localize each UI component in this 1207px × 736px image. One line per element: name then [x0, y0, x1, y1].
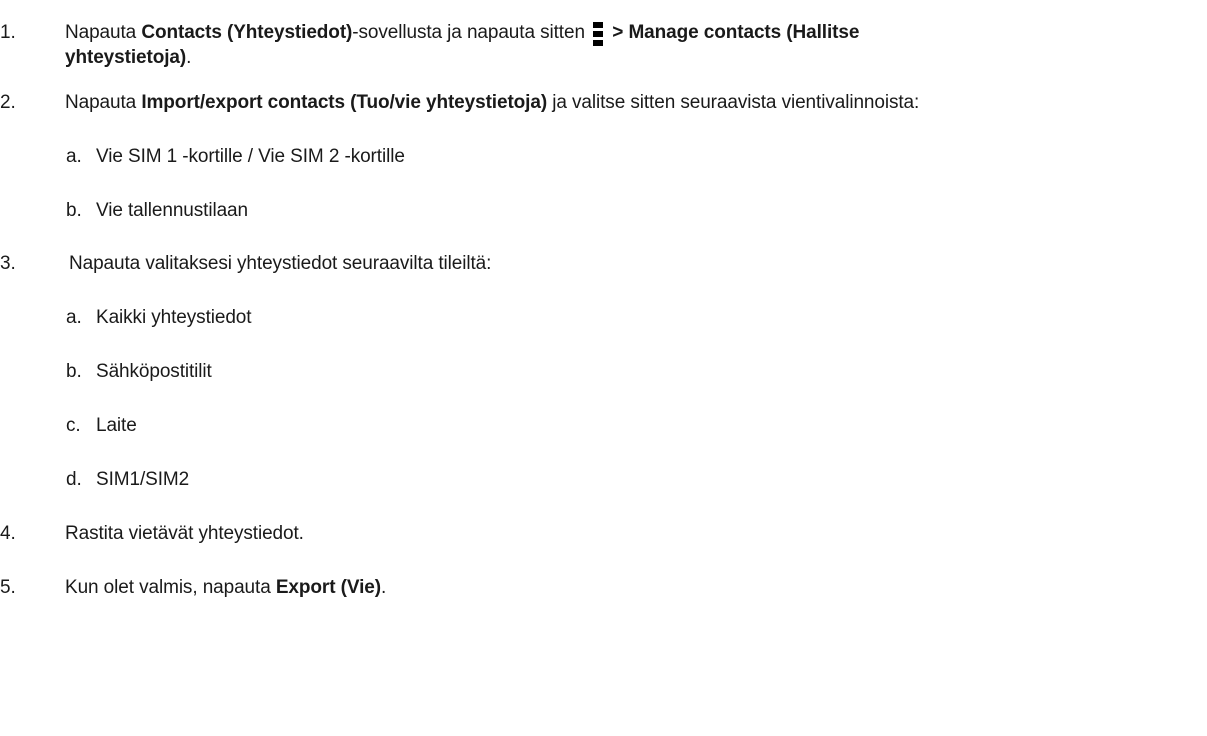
step-3: 3. Napauta valitaksesi yhteystiedot seur…: [0, 251, 1207, 276]
substep-2b: b. Vie tallennustilaan: [0, 198, 1207, 223]
text-segment: Napauta: [65, 22, 142, 43]
substep-text: Kaikki yhteystiedot: [96, 307, 252, 328]
substep-2a: a. Vie SIM 1 -kortille / Vie SIM 2 -kort…: [0, 144, 1207, 169]
substep-text: Sähköpostitilit: [96, 361, 212, 382]
step-number: 3.: [0, 253, 16, 274]
step-text: Kun olet valmis, napauta Export (Vie).: [65, 575, 386, 600]
bold-segment: Import/export contacts (Tuo/vie yhteysti…: [141, 92, 548, 113]
bold-segment: > Manage contacts (Hallitse: [607, 22, 860, 43]
step-number: 4.: [0, 523, 16, 544]
step-text: Napauta Contacts (Yhteystiedot)-sovellus…: [65, 20, 860, 46]
step-text: Napauta Import/export contacts (Tuo/vie …: [65, 90, 919, 115]
substep-letter: b.: [66, 361, 82, 382]
step-5: 5. Kun olet valmis, napauta Export (Vie)…: [0, 575, 1207, 600]
substep-text: Vie SIM 1 -kortille / Vie SIM 2 -kortill…: [96, 146, 405, 167]
substep-3c: c. Laite: [0, 413, 1207, 438]
substep-3d: d. SIM1/SIM2: [0, 467, 1207, 492]
menu-icon: [593, 20, 604, 46]
step-number: 2.: [0, 92, 16, 113]
substep-3b: b. Sähköpostitilit: [0, 359, 1207, 384]
step-2: 2. Napauta Import/export contacts (Tuo/v…: [0, 90, 1207, 115]
substep-text: Vie tallennustilaan: [96, 200, 248, 221]
bold-segment: yhteystietoja): [65, 47, 187, 68]
step-text: Napauta valitaksesi yhteystiedot seuraav…: [69, 253, 492, 274]
text-segment: .: [186, 47, 192, 68]
text-segment: Kun olet valmis, napauta: [65, 577, 276, 598]
substep-letter: a.: [66, 146, 82, 167]
step-number: 1.: [0, 22, 16, 43]
text-segment: Napauta: [65, 92, 142, 113]
step-1: 1. Napauta Contacts (Yhteystiedot)-sovel…: [0, 20, 1207, 70]
step-number: 5.: [0, 577, 16, 598]
step-text: Rastita vietävät yhteystiedot.: [65, 523, 304, 544]
substep-text: Laite: [96, 415, 137, 436]
text-segment: .: [380, 577, 387, 598]
step-text-line2: yhteystietoja).: [65, 45, 191, 70]
bold-segment: Contacts (Yhteystiedot): [141, 22, 353, 43]
text-segment: ja valitse sitten seuraavista vientivali…: [547, 92, 920, 113]
substep-letter: b.: [66, 200, 82, 221]
substep-letter: d.: [66, 469, 82, 490]
substep-text: SIM1/SIM2: [96, 469, 190, 490]
step-4: 4. Rastita vietävät yhteystiedot.: [0, 521, 1207, 546]
substep-letter: a.: [66, 307, 82, 328]
bold-segment: Export (Vie): [275, 577, 381, 598]
substep-letter: c.: [66, 415, 81, 436]
substep-3a: a. Kaikki yhteystiedot: [0, 305, 1207, 330]
text-segment: -sovellusta ja napauta sitten: [352, 22, 591, 43]
